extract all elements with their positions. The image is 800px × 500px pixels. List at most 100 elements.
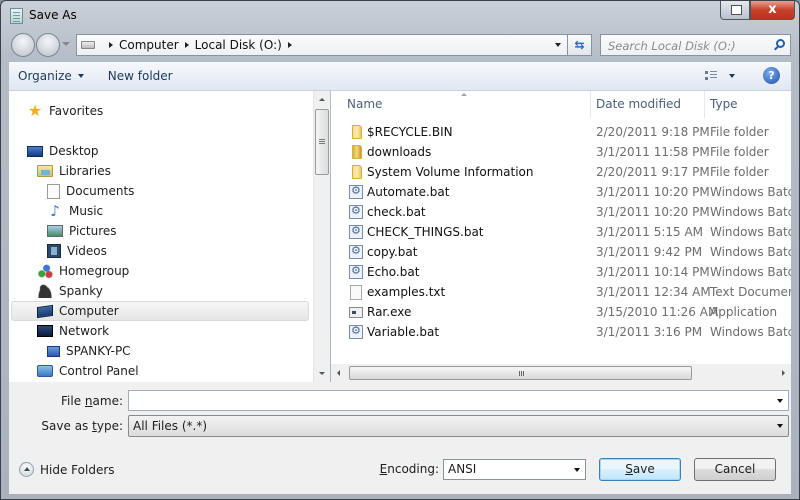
videos-icon: [47, 244, 61, 258]
chevron-down-icon[interactable]: [777, 399, 783, 403]
back-button[interactable]: [11, 33, 35, 57]
file-row[interactable]: System Volume Information 2/20/2011 9:17 …: [331, 162, 791, 182]
new-folder-button[interactable]: New folder: [99, 65, 182, 87]
search-icon[interactable]: [776, 39, 785, 48]
column-header-date-modified[interactable]: Date modified: [591, 91, 705, 118]
label-accelerator: n: [84, 394, 93, 408]
encoding-select[interactable]: ANSI: [443, 459, 586, 480]
scroll-up-icon[interactable]: [319, 98, 325, 101]
file-row[interactable]: Automate.bat 3/1/2011 10:20 PMWindows Bat…: [331, 182, 791, 202]
sidebar-item-videos[interactable]: Videos: [47, 241, 107, 261]
sidebar-item-label: Documents: [66, 184, 135, 198]
column-header-name[interactable]: Name: [331, 91, 591, 118]
help-button[interactable]: ?: [763, 67, 780, 84]
sidebar-item-documents[interactable]: Documents: [47, 181, 134, 201]
search-placeholder: Search Local Disk (O:): [608, 39, 736, 53]
close-button[interactable]: x: [750, 1, 795, 20]
file-type: Text Document: [710, 285, 791, 299]
sidebar-item-spanky-pc[interactable]: SPANKY-PC: [47, 341, 131, 361]
recent-pages-dropdown[interactable]: [62, 42, 70, 46]
sidebar-item-control-panel[interactable]: Control Panel: [37, 361, 139, 381]
sidebar-item-computer[interactable]: Computer: [11, 301, 309, 321]
breadcrumb-local-disk[interactable]: Local Disk (O:): [195, 38, 282, 52]
breadcrumb-computer[interactable]: Computer: [119, 38, 179, 52]
file-row[interactable]: Rar.exe 3/15/2010 11:26 AM Application: [331, 302, 791, 322]
file-row[interactable]: $RECYCLE.BIN 2/20/2011 9:18 PM File folder: [331, 122, 791, 142]
sidebar-item-label: Control Panel: [59, 364, 139, 378]
save-options-panel: File name: Save as type: All Files (*.*)…: [9, 382, 791, 494]
file-date: 3/1/2011 5:15 AM: [596, 225, 704, 239]
scrollbar-thumb[interactable]: [349, 366, 692, 380]
file-date: 3/15/2010 11:26 AM: [596, 305, 719, 319]
sidebar-item-pictures[interactable]: Pictures: [47, 221, 117, 241]
chevron-down-icon: [77, 74, 84, 78]
sidebar-item-spanky[interactable]: Spanky: [37, 281, 103, 301]
batch-file-icon: [349, 244, 363, 259]
label-text: ype:: [96, 419, 123, 433]
change-view-button[interactable]: [703, 66, 747, 86]
batch-file-icon: [349, 324, 363, 339]
file-row[interactable]: downloads 3/1/2011 11:58 PM File folder: [331, 142, 791, 162]
file-row[interactable]: check.bat 3/1/2011 10:20 PMWindows Batch …: [331, 202, 791, 222]
navigation-pane-scrollbar[interactable]: [313, 91, 330, 382]
file-date: 2/20/2011 9:17 PM: [596, 165, 710, 179]
sidebar-item-favorites[interactable]: ★ Favorites: [27, 101, 103, 121]
file-name: $RECYCLE.BIN: [367, 125, 453, 139]
file-list-horizontal-scrollbar[interactable]: [331, 364, 791, 382]
file-name: CHECK_THINGS.bat: [367, 225, 484, 239]
organize-button[interactable]: Organize: [9, 65, 93, 87]
save-as-type-label: Save as type:: [19, 419, 123, 433]
file-type: Windows Batch File: [710, 225, 791, 239]
notepad-icon: [10, 8, 23, 24]
label-text: Save as: [41, 419, 93, 433]
file-date: 3/1/2011 10:14 PM: [596, 265, 710, 279]
file-row[interactable]: examples.txt 3/1/2011 12:34 AM Text Docume…: [331, 282, 791, 302]
hide-folders-button[interactable]: Hide Folders: [19, 462, 115, 477]
refresh-button[interactable]: ⇆: [568, 34, 592, 56]
scroll-left-icon[interactable]: [337, 370, 340, 376]
batch-file-icon: [349, 184, 363, 199]
file-name: Rar.exe: [367, 305, 412, 319]
file-row[interactable]: Echo.bat 3/1/2011 10:14 PMWindows Batch F…: [331, 262, 791, 282]
chevron-down-icon: [729, 74, 735, 78]
organize-label: Organize: [18, 69, 72, 83]
chevron-up-icon: [19, 462, 34, 477]
sidebar-item-homegroup[interactable]: Homegroup: [37, 261, 129, 281]
sidebar-item-network[interactable]: Network: [37, 321, 109, 341]
sidebar-item-music[interactable]: ♪ Music: [47, 201, 103, 221]
batch-file-icon: [349, 204, 363, 219]
sidebar-item-label: Music: [69, 204, 104, 218]
file-row[interactable]: CHECK_THINGS.bat 3/1/2011 5:15 AM Windows …: [331, 222, 791, 242]
scroll-right-icon[interactable]: [782, 370, 785, 376]
save-as-dialog: Save As x Computer Local Disk (O:) ⇆ Sea…: [0, 0, 800, 500]
scroll-down-icon[interactable]: [319, 372, 325, 375]
network-icon: [37, 325, 53, 337]
sidebar-item-desktop[interactable]: Desktop: [27, 141, 99, 161]
save-button[interactable]: Save: [599, 458, 681, 481]
chevron-right-icon[interactable]: [184, 42, 189, 48]
search-input[interactable]: Search Local Disk (O:): [600, 34, 791, 56]
file-type: Windows Batch File: [710, 185, 791, 199]
forward-button[interactable]: [36, 33, 60, 57]
column-header-type[interactable]: Type: [705, 91, 791, 118]
chevron-right-icon[interactable]: [109, 42, 113, 48]
sidebar-item-label: Spanky: [59, 284, 103, 298]
address-bar[interactable]: Computer Local Disk (O:): [76, 34, 568, 56]
file-row[interactable]: Variable.bat 3/1/2011 3:16 PM Windows Batc…: [331, 322, 791, 342]
file-date: 3/1/2011 3:16 PM: [596, 325, 703, 339]
restore-button[interactable]: [720, 1, 750, 20]
chevron-down-icon[interactable]: [574, 468, 580, 472]
file-name-label: File name:: [29, 394, 123, 408]
cancel-button[interactable]: Cancel: [694, 458, 776, 481]
chevron-down-icon[interactable]: [777, 424, 783, 428]
file-name-input[interactable]: [128, 390, 789, 411]
save-as-type-select[interactable]: All Files (*.*): [128, 415, 789, 437]
file-row[interactable]: copy.bat 3/1/2011 9:42 PM Windows Batch Fi…: [331, 242, 791, 262]
folder-icon: [352, 145, 362, 159]
sidebar-item-libraries[interactable]: Libraries: [37, 161, 111, 181]
scrollbar-thumb[interactable]: [315, 109, 329, 175]
chevron-right-icon[interactable]: [287, 42, 292, 48]
address-dropdown-icon[interactable]: [555, 43, 561, 47]
sidebar-item-label: Network: [59, 324, 110, 338]
folder-icon: [352, 125, 362, 139]
